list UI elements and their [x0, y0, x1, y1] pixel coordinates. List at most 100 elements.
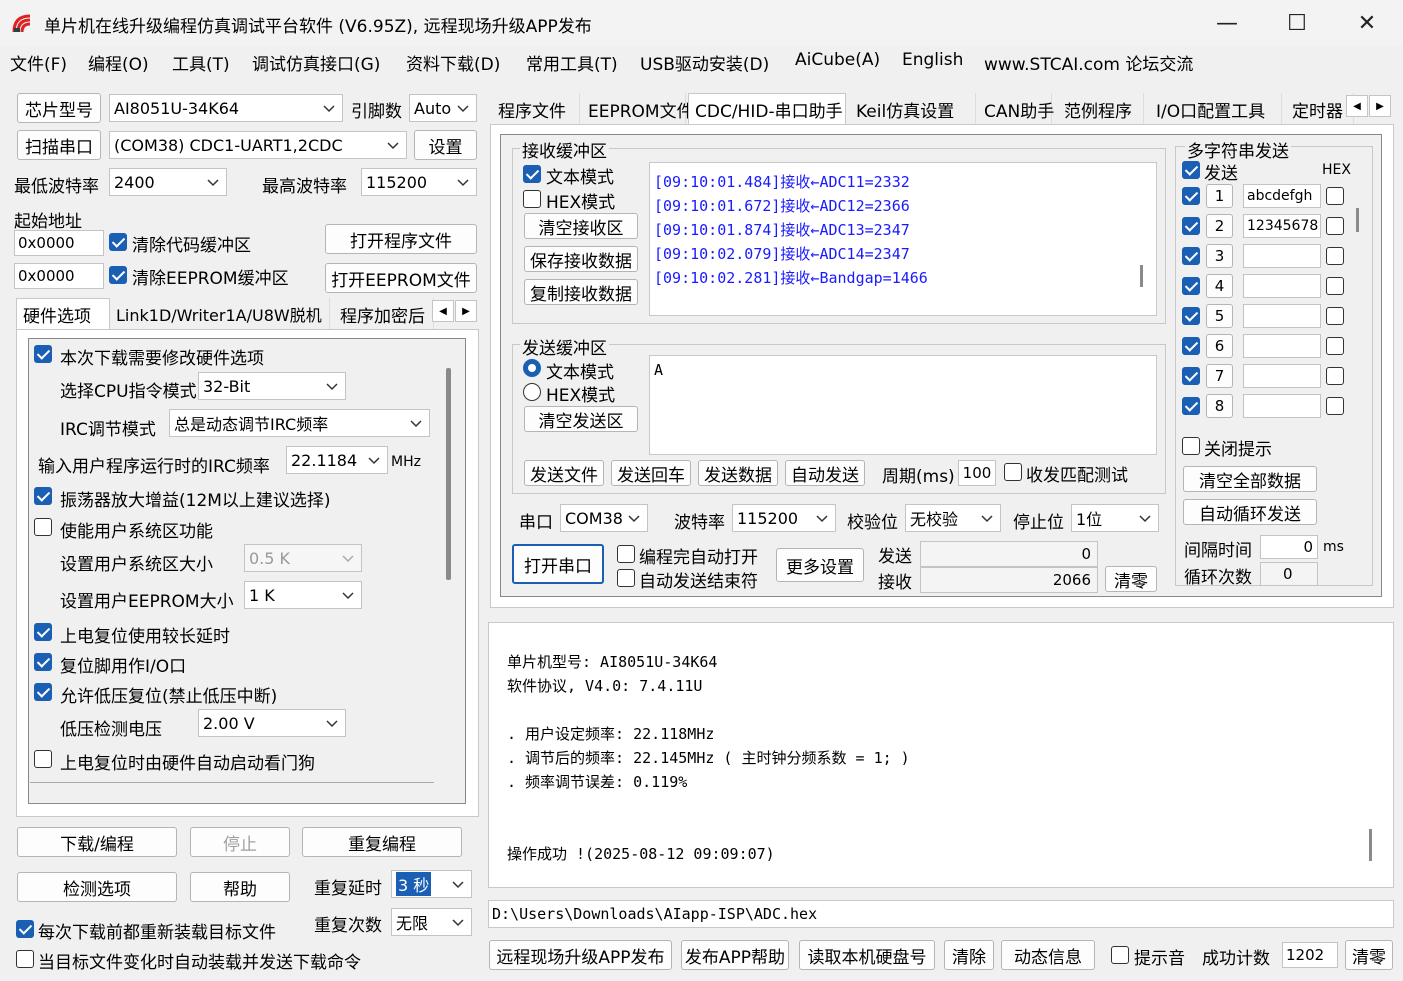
user-sys-checkbox[interactable] — [34, 518, 52, 536]
scan-port-button[interactable]: 扫描串口 — [17, 130, 101, 160]
clear-tx-button[interactable]: 清空发送区 — [524, 406, 638, 432]
tab-scroll-left-icon[interactable]: ◀ — [432, 300, 454, 322]
tab-serial-assistant[interactable]: CDC/HID-串口助手 — [688, 93, 846, 125]
multi-row-hex-checkbox[interactable] — [1326, 187, 1344, 205]
dynamic-info-button[interactable]: 动态信息 — [1001, 940, 1095, 970]
menu-program[interactable]: 编程(O) — [88, 50, 149, 75]
hw-scrollbar-thumb[interactable] — [446, 368, 451, 580]
open-eeprom-file-button[interactable]: 打开EEPROM文件 — [325, 263, 477, 293]
copy-rx-button[interactable]: 复制接收数据 — [524, 279, 638, 305]
loop-count-input[interactable]: 0 — [1260, 562, 1318, 586]
send-data-button[interactable]: 发送数据 — [698, 460, 778, 486]
clear-count-button[interactable]: 清零 — [1105, 566, 1157, 592]
menu-file[interactable]: 文件(F) — [10, 50, 67, 75]
multi-row-send-checkbox[interactable] — [1182, 217, 1200, 235]
modify-hw-checkbox[interactable] — [34, 345, 52, 363]
tab-keil-sim[interactable]: Keil仿真设置 — [850, 93, 976, 125]
tab-eeprom-file[interactable]: EEPROM文件 — [582, 93, 694, 125]
menu-common-tools[interactable]: 常用工具(T) — [526, 50, 618, 75]
reset-count-button[interactable]: 清零 — [1345, 940, 1393, 970]
baud-select[interactable]: 115200 — [732, 504, 836, 532]
clear-code-checkbox[interactable] — [109, 233, 127, 251]
tx-text-mode-radio[interactable] — [523, 359, 541, 377]
auto-loop-send-button[interactable]: 自动循环发送 — [1183, 499, 1317, 525]
chip-model-button[interactable]: 芯片型号 — [17, 93, 101, 123]
tab-scroll-right-icon[interactable]: ▶ — [455, 300, 477, 322]
irc-freq-select[interactable]: 22.1184 — [286, 446, 388, 474]
match-test-checkbox[interactable] — [1004, 463, 1022, 481]
read-disk-id-button[interactable]: 读取本机硬盘号 — [799, 940, 935, 970]
max-baud-select[interactable]: 115200 — [361, 168, 477, 196]
multi-row-index-button[interactable]: 1 — [1206, 184, 1233, 208]
reset-io-checkbox[interactable] — [34, 653, 52, 671]
send-file-button[interactable]: 发送文件 — [524, 460, 604, 486]
close-tip-checkbox[interactable] — [1182, 437, 1200, 455]
multi-row-text-input[interactable]: 12345678 — [1243, 214, 1321, 238]
minimize-button[interactable]: — — [1192, 0, 1262, 46]
multi-row-hex-checkbox[interactable] — [1326, 307, 1344, 325]
clear-eeprom-checkbox[interactable] — [109, 266, 127, 284]
multi-row-text-input[interactable] — [1243, 394, 1321, 418]
send-cr-button[interactable]: 发送回车 — [611, 460, 691, 486]
osc-gain-checkbox[interactable] — [34, 487, 52, 505]
parity-select[interactable]: 无校验 — [905, 504, 1001, 532]
multi-row-index-button[interactable]: 5 — [1206, 304, 1233, 328]
multi-row-hex-checkbox[interactable] — [1326, 397, 1344, 415]
multi-row-send-checkbox[interactable] — [1182, 367, 1200, 385]
multi-row-send-checkbox[interactable] — [1182, 307, 1200, 325]
multi-row-hex-checkbox[interactable] — [1326, 367, 1344, 385]
irc-mode-select[interactable]: 总是动态调节IRC频率 — [169, 409, 430, 437]
multi-row-text-input[interactable]: abcdefgh — [1243, 184, 1321, 208]
clear-rx-button[interactable]: 清空接收区 — [524, 213, 638, 239]
remote-upgrade-button[interactable]: 远程现场升级APP发布 — [489, 940, 672, 970]
menu-website[interactable]: www.STCAI.com 论坛交流 — [984, 50, 1193, 75]
open-program-file-button[interactable]: 打开程序文件 — [325, 224, 477, 254]
auto-end-checkbox[interactable] — [617, 569, 635, 587]
clear-all-data-button[interactable]: 清空全部数据 — [1183, 466, 1317, 492]
help-button[interactable]: 帮助 — [190, 872, 290, 902]
port-select[interactable]: (COM38) CDC1-UART1,2CDC — [109, 131, 407, 159]
lvr-checkbox[interactable] — [34, 683, 52, 701]
menu-debug[interactable]: 调试仿真接口(G) — [252, 50, 380, 75]
multi-row-hex-checkbox[interactable] — [1326, 277, 1344, 295]
auto-send-download-checkbox[interactable] — [16, 950, 34, 968]
save-rx-button[interactable]: 保存接收数据 — [524, 246, 638, 272]
beep-checkbox[interactable] — [1111, 946, 1129, 964]
rx-hex-mode-checkbox[interactable] — [523, 190, 541, 208]
multi-row-text-input[interactable] — [1243, 334, 1321, 358]
tab-can[interactable]: CAN助手 — [978, 93, 1054, 125]
menu-aicube[interactable]: AiCube(A) — [795, 50, 880, 70]
tab-offline[interactable]: Link1D/Writer1A/U8W脱机 — [110, 298, 330, 330]
multi-row-text-input[interactable] — [1243, 364, 1321, 388]
long-delay-checkbox[interactable] — [34, 623, 52, 641]
tab-timer[interactable]: 定时器 — [1286, 93, 1354, 125]
multi-row-send-checkbox[interactable] — [1182, 187, 1200, 205]
multi-row-index-button[interactable]: 4 — [1206, 274, 1233, 298]
multi-row-hex-checkbox[interactable] — [1326, 337, 1344, 355]
stop-button[interactable]: 停止 — [190, 827, 290, 857]
multi-row-send-checkbox[interactable] — [1182, 337, 1200, 355]
multi-row-index-button[interactable]: 6 — [1206, 334, 1233, 358]
tab-program-file[interactable]: 程序文件 — [492, 93, 580, 125]
min-baud-select[interactable]: 2400 — [109, 168, 227, 196]
sys-size-select[interactable]: 0.5 K — [244, 544, 362, 572]
repeat-delay-select[interactable]: 3 秒 — [391, 870, 472, 898]
eeprom-size-select[interactable]: 1 K — [244, 581, 362, 609]
tab-scroll-left-icon[interactable]: ◀ — [1346, 95, 1368, 117]
wdt-checkbox[interactable] — [34, 750, 52, 768]
tab-encrypt[interactable]: 程序加密后 — [334, 298, 434, 330]
multi-send-all-checkbox[interactable] — [1182, 161, 1200, 179]
app-help-button[interactable]: 发布APP帮助 — [681, 940, 789, 970]
tx-hex-mode-radio[interactable] — [523, 383, 541, 401]
settings-button[interactable]: 设置 — [414, 130, 477, 160]
rx-scrollbar-thumb[interactable] — [1140, 265, 1143, 287]
log-output-area[interactable]: 单片机型号: AI8051U-34K64 软件协议, V4.0: 7.4.11U.… — [488, 622, 1394, 888]
clear-log-button[interactable]: 清除 — [944, 940, 994, 970]
multi-row-text-input[interactable] — [1243, 244, 1321, 268]
download-program-button[interactable]: 下载/编程 — [17, 827, 177, 857]
multi-row-hex-checkbox[interactable] — [1326, 217, 1344, 235]
rx-text-area[interactable]: [09:10:01.484]接收←ADC11=2332 [09:10:01.67… — [649, 162, 1157, 316]
serial-port-select[interactable]: COM38 — [560, 504, 648, 532]
reload-target-checkbox[interactable] — [16, 920, 34, 938]
multi-row-send-checkbox[interactable] — [1182, 397, 1200, 415]
